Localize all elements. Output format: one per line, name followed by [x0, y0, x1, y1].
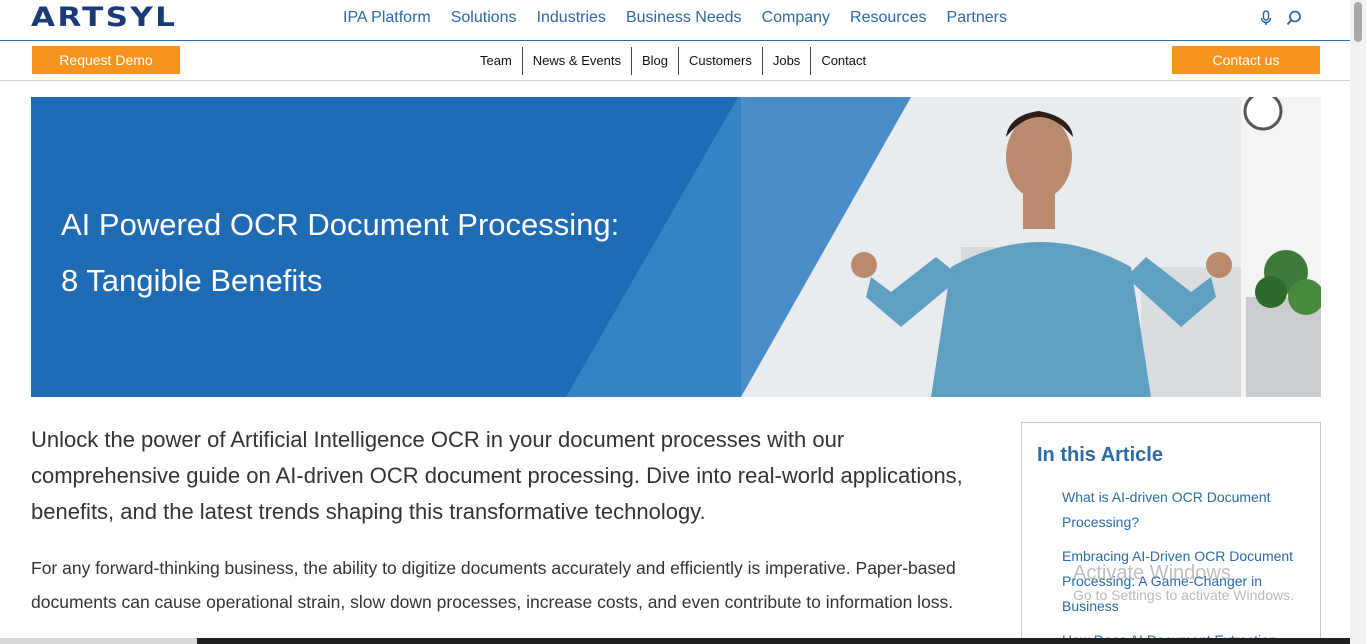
nav-partners[interactable]: Partners — [947, 9, 1007, 27]
request-demo-button[interactable]: Request Demo — [32, 46, 180, 74]
nav-company[interactable]: Company — [762, 9, 830, 27]
article-lead: Unlock the power of Artificial Intellige… — [31, 427, 963, 524]
scrollbar-thumb[interactable] — [1354, 2, 1362, 42]
page-scrollbar[interactable] — [1350, 0, 1366, 644]
nav-resources[interactable]: Resources — [850, 9, 926, 27]
hero-title-line1: AI Powered OCR Document Processing: — [61, 207, 620, 242]
subnav-contact[interactable]: Contact — [811, 47, 876, 75]
nav-industries[interactable]: Industries — [537, 9, 606, 27]
secondary-bar: Request Demo Team News & Events Blog Cus… — [0, 41, 1350, 81]
contact-us-button[interactable]: Contact us — [1172, 46, 1320, 74]
subnav-customers[interactable]: Customers — [679, 47, 763, 75]
subnav-news-events[interactable]: News & Events — [523, 47, 632, 75]
taskbar-edge — [0, 638, 1350, 644]
nav-solutions[interactable]: Solutions — [451, 9, 517, 27]
article-paragraph: For any forward-thinking business, the a… — [31, 558, 956, 612]
in-this-article-box: In this Article What is AI-driven OCR Do… — [1021, 422, 1321, 644]
logo-text: ARTSYL — [31, 2, 178, 33]
subnav-jobs[interactable]: Jobs — [763, 47, 812, 75]
hero-title-line2: 8 Tangible Benefits — [61, 263, 323, 298]
top-icons — [1258, 9, 1302, 27]
hero-banner: AI Powered OCR Document Processing: 8 Ta… — [31, 97, 1321, 397]
subnav-team[interactable]: Team — [470, 47, 523, 75]
search-icon[interactable] — [1286, 9, 1302, 27]
toc-heading: In this Article — [1037, 444, 1163, 466]
top-navbar: ARTSYL IPA Platform Solutions Industries… — [0, 0, 1350, 41]
subnav-blog[interactable]: Blog — [632, 47, 679, 75]
hero-title: AI Powered OCR Document Processing: 8 Ta… — [61, 197, 701, 309]
taskbar-edge-left — [0, 638, 197, 644]
nav-ipa-platform[interactable]: IPA Platform — [343, 9, 431, 27]
secondary-nav: Team News & Events Blog Customers Jobs C… — [470, 47, 876, 75]
toc-item[interactable]: Embracing AI-Driven OCR Document Process… — [1062, 544, 1307, 619]
artsyl-logo[interactable]: ARTSYL — [31, 4, 175, 31]
nav-business-needs[interactable]: Business Needs — [626, 9, 742, 27]
toc-list: What is AI-driven OCR Document Processin… — [1062, 485, 1307, 644]
microphone-icon[interactable] — [1258, 9, 1274, 27]
main-nav: IPA Platform Solutions Industries Busine… — [343, 9, 1027, 27]
toc-item[interactable]: What is AI-driven OCR Document Processin… — [1062, 485, 1307, 535]
